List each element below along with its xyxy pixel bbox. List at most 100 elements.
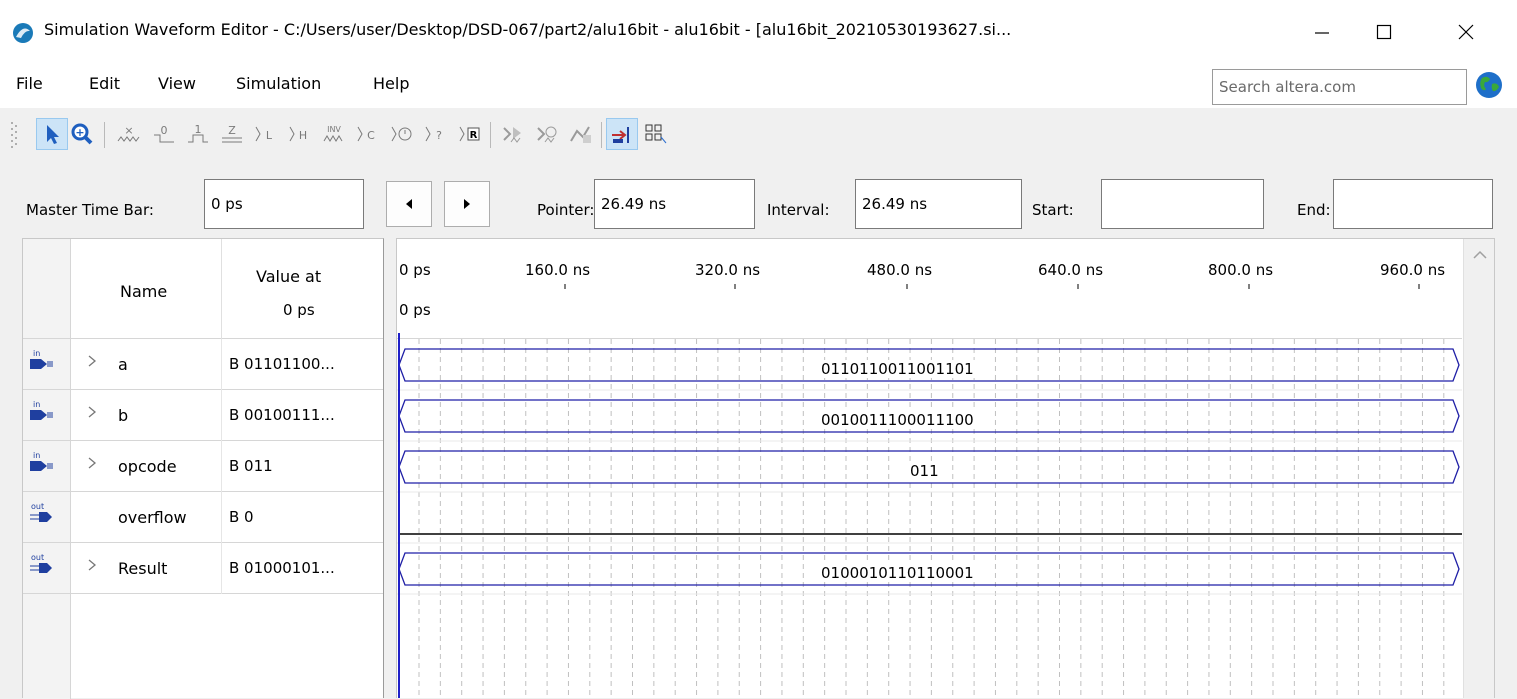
input-pin-icon: in [30, 451, 53, 471]
signal-value: B 01101100... [229, 355, 335, 373]
random-values-button[interactable]: ? [420, 118, 452, 150]
minimize-icon [1315, 32, 1329, 34]
value-column-header[interactable]: Value at [256, 267, 321, 286]
selection-tool-icon [47, 125, 59, 144]
count-value-icon: C [357, 126, 375, 142]
input-pin-icon: in [30, 400, 53, 420]
end-input[interactable] [1334, 180, 1492, 228]
globe-icon[interactable] [1474, 70, 1504, 100]
menu-file[interactable]: File [16, 74, 43, 93]
forcing-low-button[interactable]: 0 [148, 118, 180, 150]
chevron-right-icon[interactable] [86, 353, 98, 369]
close-icon [1458, 24, 1474, 40]
weak-high-icon: H [289, 126, 307, 142]
window-title: Simulation Waveform Editor - C:/Users/us… [44, 20, 1012, 39]
functional-simulation-button[interactable] [497, 118, 529, 150]
signal-row-b[interactable]: in b B 00100111... [23, 390, 383, 441]
interval-field[interactable] [855, 179, 1022, 229]
svg-text:R: R [470, 130, 478, 141]
signal-row-opcode[interactable]: in opcode B 011 [23, 441, 383, 492]
arbitrary-value-button[interactable]: R [454, 118, 486, 150]
search-input[interactable] [1213, 70, 1466, 104]
weak-high-button[interactable]: H [284, 118, 316, 150]
signal-value: B 00100111... [229, 406, 335, 424]
forcing-high-button[interactable]: 1 [182, 118, 214, 150]
svg-text:1: 1 [195, 123, 202, 136]
next-transition-button[interactable] [444, 181, 490, 227]
pointer-field[interactable] [594, 179, 755, 229]
previous-transition-button[interactable] [386, 181, 432, 227]
start-field[interactable] [1101, 179, 1264, 229]
minimize-button[interactable] [1297, 10, 1347, 54]
output-pin-icon: out [30, 502, 52, 522]
master-time-bar-input[interactable] [205, 180, 363, 228]
signal-value: B 01000101... [229, 559, 335, 577]
time-ruler[interactable]: 0 ps 160.0 ns 320.0 ns 480.0 ns 640.0 ns… [397, 239, 1462, 339]
svg-text:in: in [33, 349, 40, 358]
pointer-input[interactable] [595, 180, 754, 228]
signal-row-result[interactable]: out Result B 01000101... [23, 543, 383, 594]
forcing-unknown-button[interactable]: × [113, 118, 145, 150]
netlist-viewer-icon [570, 126, 591, 143]
zoom-tool-button[interactable]: + [66, 118, 98, 150]
signal-name: overflow [118, 508, 187, 527]
toolbar: + × 0 1 Z L H INV C ? R [0, 108, 1517, 160]
end-field[interactable] [1333, 179, 1493, 229]
vertical-scrollbar[interactable] [1463, 239, 1495, 698]
scroll-up-icon[interactable] [1464, 239, 1495, 269]
interval-label: Interval: [767, 201, 830, 219]
svg-text:out: out [31, 553, 44, 562]
interval-input[interactable] [856, 180, 1021, 228]
signal-row-a[interactable]: in a B 01101100... [23, 339, 383, 390]
maximize-button[interactable] [1359, 10, 1409, 54]
forcing-low-icon: 0 [154, 124, 174, 143]
netlist-viewer-button[interactable] [565, 118, 597, 150]
svg-text:H: H [299, 129, 307, 142]
signal-value: B 0 [229, 508, 254, 526]
weak-low-icon: L [255, 126, 273, 142]
menu-view[interactable]: View [158, 74, 196, 93]
weak-low-button[interactable]: L [250, 118, 282, 150]
wave-value-label: 0100010110110001 [819, 564, 976, 582]
group-ungroup-button[interactable] [640, 118, 672, 150]
signal-name-panel: Name Value at 0 ps in a B 01101100... in… [22, 238, 384, 699]
snap-to-transition-button[interactable] [606, 118, 638, 150]
svg-text:0: 0 [161, 124, 168, 137]
chevron-right-icon[interactable] [86, 404, 98, 420]
input-pin-icon: in [30, 349, 53, 369]
svg-text:out: out [31, 502, 44, 511]
count-value-button[interactable]: C [352, 118, 384, 150]
high-impedance-button[interactable]: Z [216, 118, 248, 150]
menu-help[interactable]: Help [373, 74, 409, 93]
master-time-bar-field[interactable] [204, 179, 364, 229]
invert-button[interactable]: INV [318, 118, 350, 150]
svg-text:INV: INV [327, 125, 341, 134]
timing-simulation-button[interactable] [531, 118, 563, 150]
start-label: Start: [1032, 201, 1074, 219]
forcing-unknown-icon: × [117, 124, 140, 142]
svg-text:?: ? [436, 129, 442, 142]
menu-edit[interactable]: Edit [89, 74, 120, 93]
selection-tool-button[interactable] [36, 118, 68, 150]
value-column-header-time: 0 ps [283, 301, 315, 319]
svg-text:in: in [33, 400, 40, 409]
waveform-panel[interactable]: 0 ps 160.0 ns 320.0 ns 480.0 ns 640.0 ns… [396, 238, 1495, 698]
wave-value-label: 011 [908, 462, 941, 480]
svg-text:Z: Z [228, 124, 236, 137]
close-button[interactable] [1441, 10, 1491, 54]
name-column-header[interactable]: Name [120, 282, 167, 301]
wave-value-label: 0010011100011100 [819, 411, 976, 429]
master-time-bar-label: Master Time Bar: [26, 201, 154, 219]
start-input[interactable] [1102, 180, 1263, 228]
menu-simulation[interactable]: Simulation [236, 74, 321, 93]
svg-text:in: in [33, 451, 40, 460]
search-field[interactable] [1212, 69, 1467, 105]
functional-simulation-icon [503, 127, 521, 143]
chevron-right-icon[interactable] [86, 557, 98, 573]
svg-text:×: × [124, 124, 133, 137]
signal-row-overflow[interactable]: out overflow B 0 [23, 492, 383, 543]
invert-icon: INV [323, 125, 343, 142]
signal-name: opcode [118, 457, 177, 476]
overwrite-clock-button[interactable] [386, 118, 418, 150]
chevron-right-icon[interactable] [86, 455, 98, 471]
